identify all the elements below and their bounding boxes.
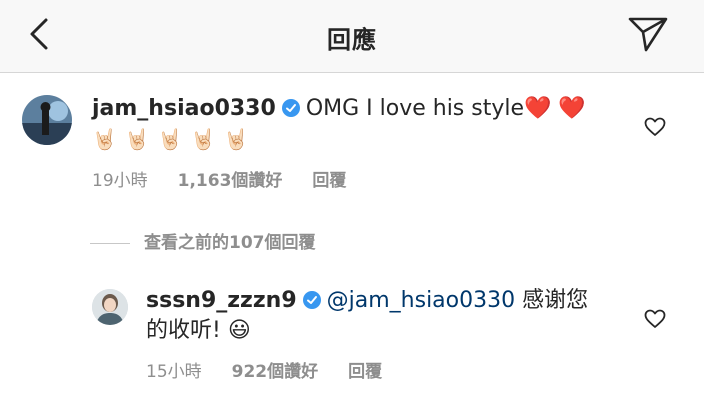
heart-emoji: ❤️ ❤️ <box>524 96 586 121</box>
like-heart-icon[interactable] <box>644 309 666 329</box>
comment-username[interactable]: jam_hsiao0330 <box>92 96 276 121</box>
view-previous-replies[interactable]: 查看之前的107個回覆 <box>90 228 316 253</box>
comment-body: jam_hsiao0330 OMG I love his style❤️ ❤️ 🤘… <box>92 94 612 155</box>
verified-badge-icon <box>281 99 300 117</box>
avatar[interactable] <box>92 289 128 325</box>
avatar[interactable] <box>22 95 72 145</box>
reply-meta: 15小時 922個讚好 回覆 <box>146 357 412 382</box>
like-heart-icon[interactable] <box>644 117 666 137</box>
mention-link[interactable]: @jam_hsiao0330 <box>327 288 515 313</box>
comment-meta: 19小時 1,163個讚好 回覆 <box>92 166 376 191</box>
reply-button[interactable]: 回覆 <box>312 171 346 191</box>
comment-text: OMG I love his style <box>305 96 525 121</box>
reply-body: sssn9_zzzn9 @jam_hsiao0330 感谢您 的收听! 😃 <box>146 286 626 346</box>
reply-text-line2: 的收听! <box>146 318 221 343</box>
reply-time: 15小時 <box>146 362 202 382</box>
reply-button[interactable]: 回覆 <box>348 362 382 382</box>
reply-likes[interactable]: 922個讚好 <box>232 362 319 382</box>
reply-username[interactable]: sssn9_zzzn9 <box>146 288 297 313</box>
divider-line <box>90 242 130 244</box>
smiley-emoji: 😃 <box>227 318 251 343</box>
direct-message-icon[interactable] <box>626 14 670 54</box>
verified-badge-icon <box>302 291 321 309</box>
reply-text-line1: 感谢您 <box>515 288 589 313</box>
rock-hand-emoji: 🤘🏻🤘🏻🤘🏻🤘🏻🤘🏻 <box>92 127 257 151</box>
view-previous-label: 查看之前的107個回覆 <box>144 233 316 253</box>
page-title: 回應 <box>327 26 377 54</box>
comment-likes[interactable]: 1,163個讚好 <box>178 171 283 191</box>
comment-time: 19小時 <box>92 171 148 191</box>
top-bar: 回應 <box>0 0 704 73</box>
